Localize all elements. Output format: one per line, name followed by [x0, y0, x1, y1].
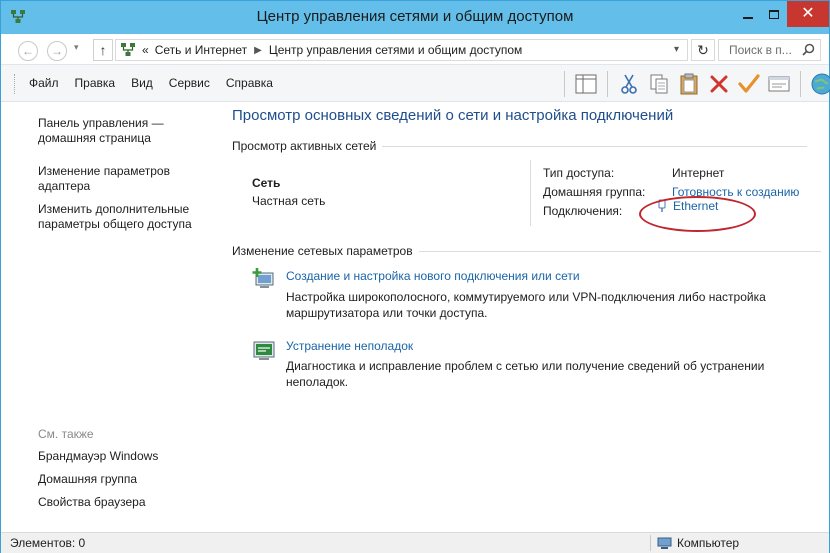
new-connection-icon [252, 268, 274, 288]
minimize-icon [743, 17, 753, 19]
page-title: Просмотр основных сведений о сети и наст… [232, 107, 674, 124]
active-networks-section: Просмотр активных сетей [232, 139, 808, 153]
section-divider [382, 145, 808, 147]
cut-icon [621, 74, 637, 94]
sidebar-item-advanced-sharing[interactable]: Изменить дополнительные параметры общего… [38, 202, 218, 232]
properties-icon [768, 76, 790, 92]
up-button[interactable]: ↑ [93, 39, 113, 61]
globe-button[interactable] [807, 69, 830, 99]
breadcrumb-overflow[interactable]: « [142, 43, 149, 57]
sidebar-item-firewall[interactable]: Брандмауэр Windows [38, 449, 218, 464]
layout-button[interactable] [571, 69, 601, 99]
maximize-icon [769, 9, 779, 19]
vertical-divider [530, 160, 531, 226]
paste-button[interactable] [674, 69, 704, 99]
minimize-button[interactable] [735, 1, 761, 27]
refresh-icon: ↻ [697, 41, 709, 58]
setup-new-connection-description: Настройка широкополосного, коммутируемог… [286, 290, 766, 320]
sidebar-item-browser-properties[interactable]: Свойства браузера [38, 495, 218, 510]
explorer-window: Центр управления сетями и общим доступом… [0, 0, 830, 553]
section-divider [418, 250, 821, 252]
cut-button[interactable] [614, 69, 644, 99]
paste-icon [680, 73, 698, 95]
toolbar [558, 69, 830, 99]
arrow-left-icon: ← [22, 44, 34, 58]
active-networks-heading: Просмотр активных сетей [232, 139, 377, 153]
delete-button[interactable] [704, 69, 734, 99]
homegroup-label: Домашняя группа: [543, 185, 646, 199]
layout-icon [575, 74, 597, 94]
title-bar[interactable]: Центр управления сетями и общим доступом… [1, 1, 829, 34]
location-label: Компьютер [677, 536, 740, 550]
menu-view[interactable]: Вид [131, 76, 153, 90]
sidebar-item-homegroup[interactable]: Домашняя группа [38, 472, 218, 487]
items-count: Элементов: 0 [10, 536, 86, 550]
breadcrumb-item-network-internet[interactable]: Сеть и Интернет [155, 43, 247, 57]
copy-icon [650, 74, 668, 94]
navigation-pane: Панель управления — домашняя страница Из… [1, 102, 221, 532]
menu-bar: Файл Правка Вид Сервис Справка [1, 65, 830, 102]
menu-file[interactable]: Файл [29, 76, 59, 90]
breadcrumb[interactable]: « Сеть и Интернет ▶ Центр управления сет… [115, 39, 688, 61]
delete-icon [710, 75, 728, 93]
check-icon [738, 74, 760, 93]
maximize-button[interactable] [761, 1, 787, 27]
control-panel-icon [121, 43, 135, 56]
menu-help[interactable]: Справка [226, 76, 273, 90]
computer-icon [657, 537, 672, 549]
recent-locations-dropdown[interactable]: ▾ [74, 42, 79, 53]
access-type-value: Интернет [672, 166, 725, 180]
status-location: Компьютер [657, 536, 739, 550]
toolbar-separator [564, 71, 565, 97]
breadcrumb-item-network-center[interactable]: Центр управления сетями и общим доступом [269, 43, 523, 57]
menu-tools[interactable]: Сервис [169, 76, 210, 90]
search-field[interactable] [718, 39, 821, 61]
see-also-heading: См. также [38, 427, 94, 441]
network-type: Частная сеть [252, 194, 326, 208]
copy-button[interactable] [644, 69, 674, 99]
change-settings-heading: Изменение сетевых параметров [232, 244, 413, 258]
refresh-button[interactable]: ↻ [691, 39, 715, 61]
menu-grip [14, 74, 17, 94]
toolbar-separator [607, 71, 608, 97]
change-settings-section: Изменение сетевых параметров [232, 244, 821, 258]
status-divider [650, 535, 651, 551]
chevron-right-icon[interactable]: ▶ [254, 45, 262, 56]
setup-new-connection-link[interactable]: Создание и настройка нового подключения … [286, 269, 580, 283]
back-button[interactable]: ← [18, 41, 38, 61]
sidebar-item-adapter-settings[interactable]: Изменение параметров адаптера [38, 164, 218, 194]
close-icon: ✕ [801, 5, 815, 22]
toolbar-separator [800, 71, 801, 97]
properties-button[interactable] [764, 69, 794, 99]
close-button[interactable]: ✕ [787, 1, 829, 27]
arrow-up-icon: ↑ [99, 42, 107, 58]
highlight-ellipse [639, 196, 756, 232]
troubleshoot-description: Диагностика и исправление проблем с сеть… [286, 359, 765, 389]
network-name: Сеть [252, 176, 281, 190]
connections-label: Подключения: [543, 204, 623, 218]
main-content: Просмотр основных сведений о сети и наст… [221, 102, 829, 532]
troubleshoot-icon [253, 341, 275, 360]
menu-edit[interactable]: Правка [75, 76, 116, 90]
window-title: Центр управления сетями и общим доступом [256, 8, 574, 25]
chevron-down-icon[interactable]: ▾ [674, 44, 679, 55]
search-input[interactable] [729, 43, 799, 57]
access-type-label: Тип доступа: [543, 166, 615, 180]
sidebar-item-control-panel-home[interactable]: Панель управления — домашняя страница [38, 116, 218, 146]
status-bar: Элементов: 0 Компьютер [1, 532, 829, 553]
search-icon [802, 43, 815, 56]
troubleshoot-link[interactable]: Устранение неполадок [286, 339, 413, 353]
apply-button[interactable] [734, 69, 764, 99]
globe-icon [811, 73, 830, 95]
forward-button[interactable]: → [47, 41, 67, 61]
address-bar: ← → ▾ ↑ « Сеть и Интернет ▶ Центр управл… [1, 34, 829, 65]
arrow-right-icon: → [51, 44, 63, 58]
